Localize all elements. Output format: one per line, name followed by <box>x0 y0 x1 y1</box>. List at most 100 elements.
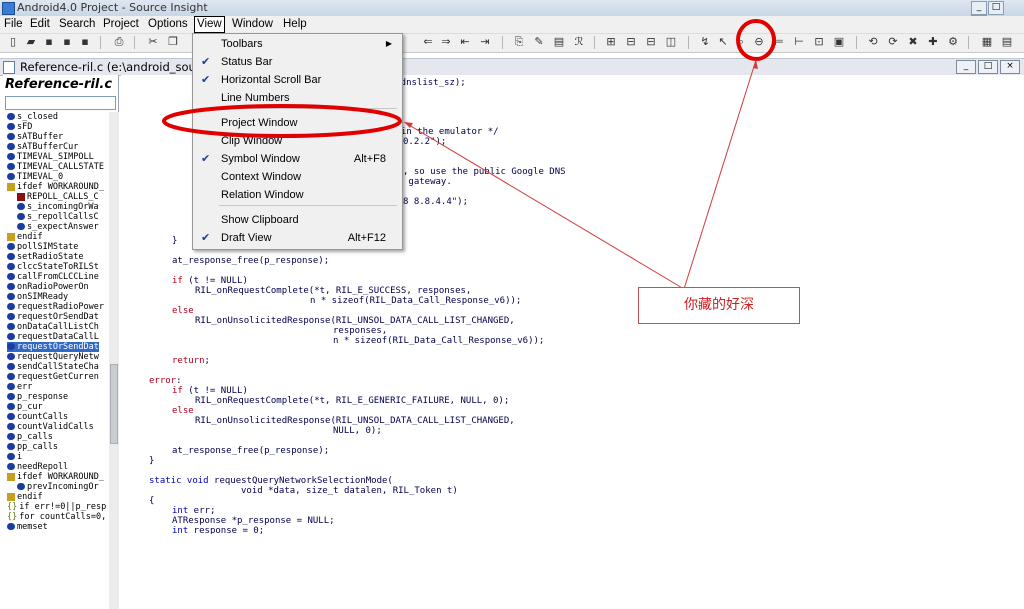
view-menu-item-draft-view[interactable]: ✔ Draft View Alt+F12 <box>193 229 402 247</box>
context-window-icon[interactable]: ⊡ <box>812 35 826 49</box>
view-menu-item-relation-window[interactable]: Relation Window <box>193 186 402 204</box>
view-menu-item-symbol-window[interactable]: ✔ Symbol Window Alt+F8 <box>193 150 402 168</box>
symbol-list-item[interactable]: sATBufferCur <box>7 142 78 152</box>
open-folder-icon[interactable]: ▰ <box>24 35 38 49</box>
jump-prev-icon[interactable]: ⇤ <box>458 35 472 49</box>
relation-window-icon[interactable]: ⊢ <box>792 35 806 49</box>
symbol-list-item[interactable]: sATBuffer <box>7 132 63 142</box>
copy-icon[interactable]: ❐ <box>166 35 180 49</box>
view-menu-item-clip-window[interactable]: Clip Window <box>193 132 402 150</box>
symbol-list-item[interactable]: pp_calls <box>7 442 58 452</box>
menu-search[interactable]: Search <box>57 17 97 32</box>
menu-edit[interactable]: Edit <box>28 17 52 32</box>
forward-arrow-icon[interactable]: ⇒ <box>439 35 453 49</box>
new-file-icon[interactable]: ▯ <box>6 35 20 49</box>
outline-icon[interactable]: ▤ <box>552 35 566 49</box>
symbol-list-item[interactable]: pollSIMState <box>7 242 78 252</box>
view-menu-item-status-bar[interactable]: ✔ Status Bar <box>193 53 402 71</box>
tile-horizontal-icon[interactable]: ⊟ <box>624 35 638 49</box>
keyword-icon[interactable]: ℛ <box>572 35 586 49</box>
jump-next-icon[interactable]: ⇥ <box>478 35 492 49</box>
doc-restore-button[interactable]: □ <box>978 60 998 74</box>
symbol-filter-input[interactable] <box>5 96 116 110</box>
save-all-icon[interactable]: ▪ <box>60 35 74 49</box>
symbol-list-item[interactable]: onDataCallListCh <box>7 322 99 332</box>
add-file-icon[interactable]: ✚ <box>926 35 940 49</box>
view-menu-item-context-window[interactable]: Context Window <box>193 168 402 186</box>
symbol-list-item[interactable]: countCalls <box>7 412 68 422</box>
symbol-list-item[interactable]: clccStateToRILSt <box>7 262 99 272</box>
symbol-list-item[interactable]: needRepoll <box>7 462 68 472</box>
symbol-list-item[interactable]: requestGetCurren <box>7 372 99 382</box>
symbol-list-item[interactable]: requestDataCallL <box>7 332 99 342</box>
symbol-list-scrollbar[interactable] <box>109 112 119 609</box>
symbol-list-item[interactable]: requestRadioPower <box>7 302 104 312</box>
symbol-list-item[interactable]: setRadioState <box>7 252 84 262</box>
symbol-list-item[interactable]: ifdef WORKAROUND_ <box>7 182 104 192</box>
view-menu-item-show-clipboard[interactable]: Show Clipboard <box>193 211 402 229</box>
symbol-list-item[interactable]: p_response <box>7 392 68 402</box>
symbol-list-item[interactable]: endif <box>7 232 43 242</box>
sync-icon[interactable]: ⟲ <box>866 35 880 49</box>
pointer-icon[interactable]: ↖ <box>716 35 730 49</box>
print-icon[interactable]: ⎙ <box>112 35 126 49</box>
symbol-list-item[interactable]: sendCallStateCha <box>7 362 99 372</box>
layout-window-icon[interactable]: ⊞ <box>604 35 618 49</box>
browse-symbol-icon[interactable]: ↯ <box>698 35 712 49</box>
calendar-icon[interactable]: ▦ <box>980 35 994 49</box>
maximize-button[interactable]: □ <box>988 1 1004 15</box>
menu-view[interactable]: View <box>194 16 225 33</box>
close-file-icon[interactable]: ▪ <box>78 35 92 49</box>
symbol-list-item[interactable]: requestOrSendDat <box>7 342 99 352</box>
symbol-list-item[interactable]: {} if err!=0||p_resp <box>7 502 106 512</box>
symbol-list-item[interactable]: memset <box>7 522 48 532</box>
symbol-list-item[interactable]: p_calls <box>7 432 53 442</box>
symbol-list-item[interactable]: requestQueryNetw <box>7 352 99 362</box>
view-menu-item-line-numbers[interactable]: Line Numbers <box>193 89 402 107</box>
view-menu-item-toolbars[interactable]: Toolbars ▶ <box>193 35 402 53</box>
cut-icon[interactable]: ✂ <box>146 35 160 49</box>
symbol-list-item[interactable]: {} for countCalls=0, <box>7 512 106 522</box>
doc-minimize-button[interactable]: _ <box>956 60 976 74</box>
window-list-icon[interactable]: ▤ <box>1000 35 1014 49</box>
symbol-list-item[interactable]: TIMEVAL_0 <box>7 172 63 182</box>
bookmark-icon[interactable]: ⎘ <box>512 35 526 49</box>
menu-project[interactable]: Project <box>101 17 141 32</box>
symbol-list-item[interactable]: endif <box>7 492 43 502</box>
symbol-list-item[interactable]: s_repollCallsC <box>7 212 99 222</box>
symbol-list-item[interactable]: s_incomingOrWa <box>7 202 99 212</box>
project-window-toggle-icon[interactable]: ⊖ <box>752 35 766 49</box>
menu-options[interactable]: Options <box>146 17 190 32</box>
project-settings-icon[interactable]: ⚙ <box>946 35 960 49</box>
view-menu-item-horizontal-scroll-bar[interactable]: ✔ Horizontal Scroll Bar <box>193 71 402 89</box>
menu-help[interactable]: Help <box>281 17 309 32</box>
symbol-list-item[interactable]: REPOLL_CALLS_C <box>7 192 99 202</box>
remove-file-icon[interactable]: ✖ <box>906 35 920 49</box>
rebuild-icon[interactable]: ⟳ <box>886 35 900 49</box>
symbol-list-item[interactable]: err <box>7 382 32 392</box>
doc-close-button[interactable]: × <box>1000 60 1020 74</box>
symbol-list-item[interactable]: sFD <box>7 122 32 132</box>
save-icon[interactable]: ▪ <box>42 35 56 49</box>
clip-window-icon[interactable]: ▣ <box>832 35 846 49</box>
symbol-list-item[interactable]: requestOrSendDat <box>7 312 99 322</box>
highlight-icon[interactable]: ✎ <box>532 35 546 49</box>
tile-vertical-icon[interactable]: ⊟ <box>644 35 658 49</box>
symbol-list-item[interactable]: i <box>7 452 22 462</box>
minimize-button[interactable]: _ <box>971 1 987 15</box>
back-arrow-icon[interactable]: ⇐ <box>421 35 435 49</box>
symbol-list-item[interactable]: callFromCLCCLine <box>7 272 99 282</box>
lookup-icon[interactable]: ⌕ <box>734 35 748 49</box>
scrollbar-thumb[interactable] <box>110 364 118 444</box>
symbol-list-item[interactable]: s_closed <box>7 112 58 122</box>
cascade-icon[interactable]: ◫ <box>664 35 678 49</box>
symbol-list-item[interactable]: onRadioPowerOn <box>7 282 89 292</box>
symbol-list-item[interactable]: TIMEVAL_SIMPOLL <box>7 152 94 162</box>
symbol-list-item[interactable]: p_cur <box>7 402 43 412</box>
view-menu-item-project-window[interactable]: Project Window <box>193 114 402 132</box>
menu-file[interactable]: File <box>2 17 25 32</box>
symbol-window-icon[interactable]: ⊨ <box>772 35 786 49</box>
symbol-list-item[interactable]: ifdef WORKAROUND_ <box>7 472 104 482</box>
symbol-list-item[interactable]: s_expectAnswer <box>7 222 99 232</box>
symbol-list-item[interactable]: TIMEVAL_CALLSTATE <box>7 162 104 172</box>
